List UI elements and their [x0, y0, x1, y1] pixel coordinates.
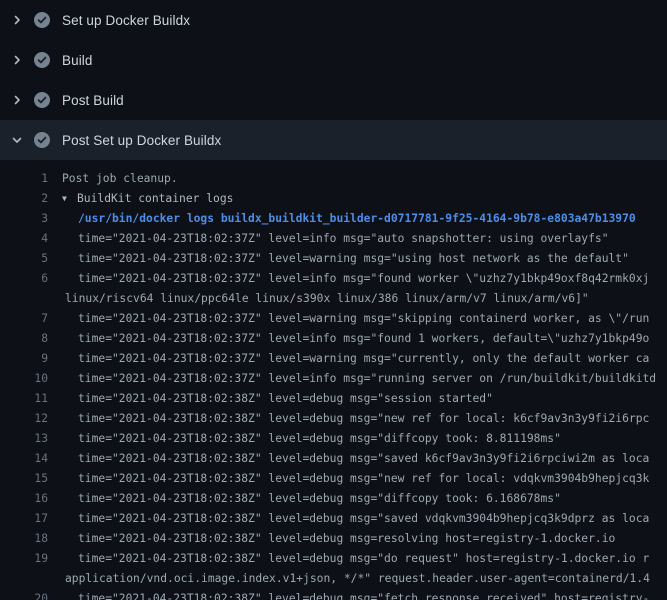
log-row: 11 time="2021-04-23T18:02:38Z" level=debu…: [0, 389, 667, 409]
log-row: 10 time="2021-04-23T18:02:37Z" level=info…: [0, 369, 667, 389]
log-command-text: /usr/bin/docker logs buildx_buildkit_bui…: [78, 212, 636, 225]
log-row: 15 time="2021-04-23T18:02:38Z" level=debu…: [0, 469, 667, 489]
log-row: 13 time="2021-04-23T18:02:38Z" level=debu…: [0, 429, 667, 449]
log-text: time="2021-04-23T18:02:38Z" level=debug …: [78, 412, 649, 425]
triangle-down-icon[interactable]: ▼: [62, 189, 77, 209]
log-text: time="2021-04-23T18:02:38Z" level=debug …: [78, 392, 493, 405]
log-text: time="2021-04-23T18:02:38Z" level=debug …: [78, 512, 649, 525]
log-row: 14 time="2021-04-23T18:02:38Z" level=debu…: [0, 449, 667, 469]
log-row: 19 time="2021-04-23T18:02:38Z" level=debu…: [0, 549, 667, 569]
log-row: 4 time="2021-04-23T18:02:37Z" level=info …: [0, 229, 667, 249]
step-label: Post Build: [62, 93, 124, 108]
line-number[interactable]: 19: [0, 549, 48, 569]
log-text: time="2021-04-23T18:02:37Z" level=info m…: [78, 372, 656, 385]
log-row: linux/riscv64 linux/ppc64le linux/s390x …: [0, 289, 667, 309]
step-row-post-build[interactable]: Post Build: [0, 80, 667, 120]
line-number[interactable]: 13: [0, 429, 48, 449]
check-circle-icon: [34, 92, 50, 108]
line-number[interactable]: 20: [0, 589, 48, 600]
log-row: 16 time="2021-04-23T18:02:38Z" level=debu…: [0, 489, 667, 509]
log-text: time="2021-04-23T18:02:37Z" level=warnin…: [78, 312, 649, 325]
log-text: linux/riscv64 linux/ppc64le linux/s390x …: [65, 292, 589, 305]
line-number: [0, 569, 48, 589]
chevron-right-icon: [10, 52, 24, 68]
log-row: 5 time="2021-04-23T18:02:37Z" level=warni…: [0, 249, 667, 269]
line-number[interactable]: 4: [0, 229, 48, 249]
log-text: Post job cleanup.: [62, 172, 178, 185]
log-row: 8 time="2021-04-23T18:02:37Z" level=info …: [0, 329, 667, 349]
line-number[interactable]: 18: [0, 529, 48, 549]
log-text: time="2021-04-23T18:02:37Z" level=warnin…: [78, 252, 629, 265]
log-text: time="2021-04-23T18:02:38Z" level=debug …: [78, 532, 615, 545]
chevron-right-icon: [10, 12, 24, 28]
line-number[interactable]: 14: [0, 449, 48, 469]
line-number[interactable]: 5: [0, 249, 48, 269]
line-number[interactable]: 9: [0, 349, 48, 369]
log-row: 6 time="2021-04-23T18:02:37Z" level=info …: [0, 269, 667, 289]
log-text: BuildKit container logs: [77, 192, 233, 205]
log-text: time="2021-04-23T18:02:38Z" level=debug …: [78, 552, 649, 565]
line-number[interactable]: 11: [0, 389, 48, 409]
log-row: 17 time="2021-04-23T18:02:38Z" level=debu…: [0, 509, 667, 529]
log-viewer: 1 Post job cleanup. 2 ▼BuildKit container l…: [0, 160, 667, 600]
check-circle-icon: [34, 52, 50, 68]
line-number[interactable]: 17: [0, 509, 48, 529]
line-number[interactable]: 15: [0, 469, 48, 489]
log-text: time="2021-04-23T18:02:38Z" level=debug …: [78, 592, 649, 600]
log-row: 18 time="2021-04-23T18:02:38Z" level=debu…: [0, 529, 667, 549]
log-text: time="2021-04-23T18:02:38Z" level=debug …: [78, 492, 561, 505]
log-text: time="2021-04-23T18:02:38Z" level=debug …: [78, 432, 561, 445]
line-number[interactable]: 7: [0, 309, 48, 329]
check-circle-icon: [34, 12, 50, 28]
step-row-set-up-docker-buildx[interactable]: Set up Docker Buildx: [0, 0, 667, 40]
step-label: Build: [62, 53, 93, 68]
line-number[interactable]: 6: [0, 269, 48, 289]
log-row[interactable]: 2 ▼BuildKit container logs: [0, 189, 667, 209]
line-number[interactable]: 12: [0, 409, 48, 429]
line-number[interactable]: 10: [0, 369, 48, 389]
log-rows: 1 Post job cleanup. 2 ▼BuildKit container l…: [0, 169, 667, 600]
log-row: application/vnd.oci.image.index.v1+json,…: [0, 569, 667, 589]
step-label: Set up Docker Buildx: [62, 13, 190, 28]
line-number[interactable]: 1: [0, 169, 48, 189]
check-circle-icon: [34, 132, 50, 148]
log-text: application/vnd.oci.image.index.v1+json,…: [65, 572, 650, 585]
log-text: time="2021-04-23T18:02:38Z" level=debug …: [78, 452, 649, 465]
log-row: 3/usr/bin/docker logs buildx_buildkit_bu…: [0, 209, 667, 229]
step-row-post-set-up-docker-buildx[interactable]: Post Set up Docker Buildx: [0, 120, 667, 160]
line-number[interactable]: 16: [0, 489, 48, 509]
log-row: 20 time="2021-04-23T18:02:38Z" level=debu…: [0, 589, 667, 600]
step-row-build[interactable]: Build: [0, 40, 667, 80]
log-text: time="2021-04-23T18:02:37Z" level=info m…: [78, 232, 609, 245]
step-label: Post Set up Docker Buildx: [62, 133, 221, 148]
log-row: 7 time="2021-04-23T18:02:37Z" level=warni…: [0, 309, 667, 329]
line-number[interactable]: 2: [0, 189, 48, 209]
log-row: 12 time="2021-04-23T18:02:38Z" level=debu…: [0, 409, 667, 429]
log-text: time="2021-04-23T18:02:37Z" level=info m…: [78, 272, 649, 285]
log-row: 9 time="2021-04-23T18:02:37Z" level=warni…: [0, 349, 667, 369]
line-number[interactable]: 8: [0, 329, 48, 349]
log-text: time="2021-04-23T18:02:38Z" level=debug …: [78, 472, 649, 485]
step-list: Set up Docker Buildx Build Post Build Post …: [0, 0, 667, 160]
log-row: 1 Post job cleanup.: [0, 169, 667, 189]
log-text: time="2021-04-23T18:02:37Z" level=warnin…: [78, 352, 649, 365]
chevron-down-icon: [10, 132, 24, 148]
line-number: [0, 289, 48, 309]
chevron-right-icon: [10, 92, 24, 108]
log-text: time="2021-04-23T18:02:37Z" level=info m…: [78, 332, 649, 345]
line-number[interactable]: 3: [0, 209, 48, 229]
